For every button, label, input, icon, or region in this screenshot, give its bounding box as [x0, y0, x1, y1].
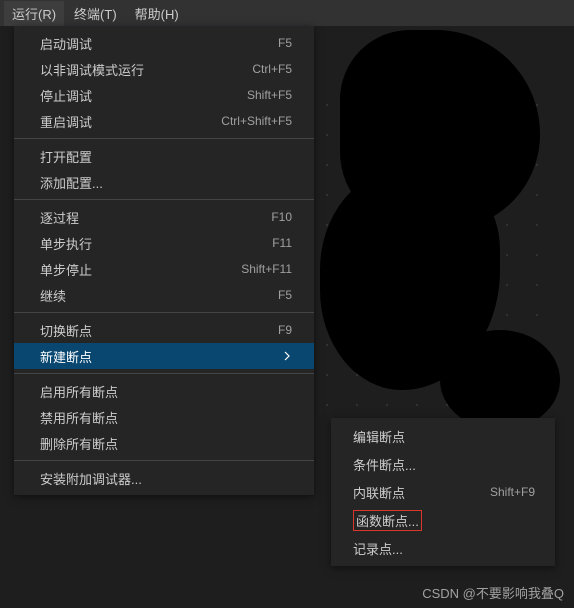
- menu-separator: [14, 373, 314, 374]
- menu-install-debuggers[interactable]: 安装附加调试器...: [14, 465, 314, 491]
- menu-label: 重启调试: [40, 112, 201, 131]
- submenu-function-breakpoint[interactable]: 函数断点...: [331, 506, 555, 534]
- menu-label: 单步停止: [40, 260, 221, 279]
- menu-label: 停止调试: [40, 86, 227, 105]
- menu-label: 记录点...: [353, 539, 535, 558]
- menu-label: 新建断点: [40, 347, 278, 366]
- menu-continue[interactable]: 继续 F5: [14, 282, 314, 308]
- menu-separator: [14, 199, 314, 200]
- menubar-terminal[interactable]: 终端(T): [66, 1, 125, 26]
- menu-label: 删除所有断点: [40, 434, 292, 453]
- menu-run-without-debugging[interactable]: 以非调试模式运行 Ctrl+F5: [14, 56, 314, 82]
- menu-label: 以非调试模式运行: [40, 60, 232, 79]
- menu-shortcut: F11: [272, 236, 292, 250]
- menu-step-out[interactable]: 单步停止 Shift+F11: [14, 256, 314, 282]
- menu-label: 启动调试: [40, 34, 258, 53]
- menu-shortcut: Shift+F11: [241, 262, 292, 276]
- menu-shortcut: Shift+F5: [247, 88, 292, 102]
- menu-label: 编辑断点: [353, 427, 535, 446]
- menu-shortcut: F10: [271, 210, 292, 224]
- menu-new-breakpoint[interactable]: 新建断点: [14, 343, 314, 369]
- menu-add-config[interactable]: 添加配置...: [14, 169, 314, 195]
- highlight-box: 函数断点...: [353, 510, 422, 531]
- menu-restart-debugging[interactable]: 重启调试 Ctrl+Shift+F5: [14, 108, 314, 134]
- menu-label: 内联断点: [353, 483, 470, 502]
- menu-label: 单步执行: [40, 234, 252, 253]
- menu-label: 添加配置...: [40, 173, 292, 192]
- submenu-conditional-breakpoint[interactable]: 条件断点...: [331, 450, 555, 478]
- menu-shortcut: Ctrl+F5: [252, 62, 292, 76]
- menu-stop-debugging[interactable]: 停止调试 Shift+F5: [14, 82, 314, 108]
- chevron-right-icon: [278, 351, 292, 361]
- menu-separator: [14, 138, 314, 139]
- menu-label: 函数断点...: [353, 510, 535, 531]
- menu-step-over[interactable]: 逐过程 F10: [14, 204, 314, 230]
- menu-label: 禁用所有断点: [40, 408, 292, 427]
- menu-label: 条件断点...: [353, 455, 535, 474]
- menu-label: 切换断点: [40, 321, 258, 340]
- menu-label: 启用所有断点: [40, 382, 292, 401]
- menu-remove-all-breakpoints[interactable]: 删除所有断点: [14, 430, 314, 456]
- menu-shortcut: F5: [278, 288, 292, 302]
- menu-toggle-breakpoint[interactable]: 切换断点 F9: [14, 317, 314, 343]
- watermark: CSDN @不要影响我叠Q: [422, 583, 564, 602]
- new-breakpoint-submenu: 编辑断点 条件断点... 内联断点 Shift+F9 函数断点... 记录点..…: [331, 418, 555, 566]
- menu-label: 打开配置: [40, 147, 292, 166]
- submenu-inline-breakpoint[interactable]: 内联断点 Shift+F9: [331, 478, 555, 506]
- menu-open-config[interactable]: 打开配置: [14, 143, 314, 169]
- menubar-help[interactable]: 帮助(H): [127, 1, 187, 26]
- menu-disable-all-breakpoints[interactable]: 禁用所有断点: [14, 404, 314, 430]
- submenu-edit-breakpoint[interactable]: 编辑断点: [331, 422, 555, 450]
- menu-step-into[interactable]: 单步执行 F11: [14, 230, 314, 256]
- redacted-shape: [320, 30, 570, 410]
- run-menu: 启动调试 F5 以非调试模式运行 Ctrl+F5 停止调试 Shift+F5 重…: [14, 26, 314, 495]
- menubar: 运行(R) 终端(T) 帮助(H): [0, 0, 574, 26]
- menu-label: 逐过程: [40, 208, 251, 227]
- submenu-logpoint[interactable]: 记录点...: [331, 534, 555, 562]
- menu-enable-all-breakpoints[interactable]: 启用所有断点: [14, 378, 314, 404]
- menu-shortcut: F9: [278, 323, 292, 337]
- menu-start-debugging[interactable]: 启动调试 F5: [14, 30, 314, 56]
- menu-label: 安装附加调试器...: [40, 469, 292, 488]
- menu-separator: [14, 460, 314, 461]
- menu-separator: [14, 312, 314, 313]
- menu-shortcut: F5: [278, 36, 292, 50]
- menu-shortcut: Shift+F9: [490, 485, 535, 499]
- menu-shortcut: Ctrl+Shift+F5: [221, 114, 292, 128]
- menu-label: 继续: [40, 286, 258, 305]
- menubar-run[interactable]: 运行(R): [4, 1, 64, 26]
